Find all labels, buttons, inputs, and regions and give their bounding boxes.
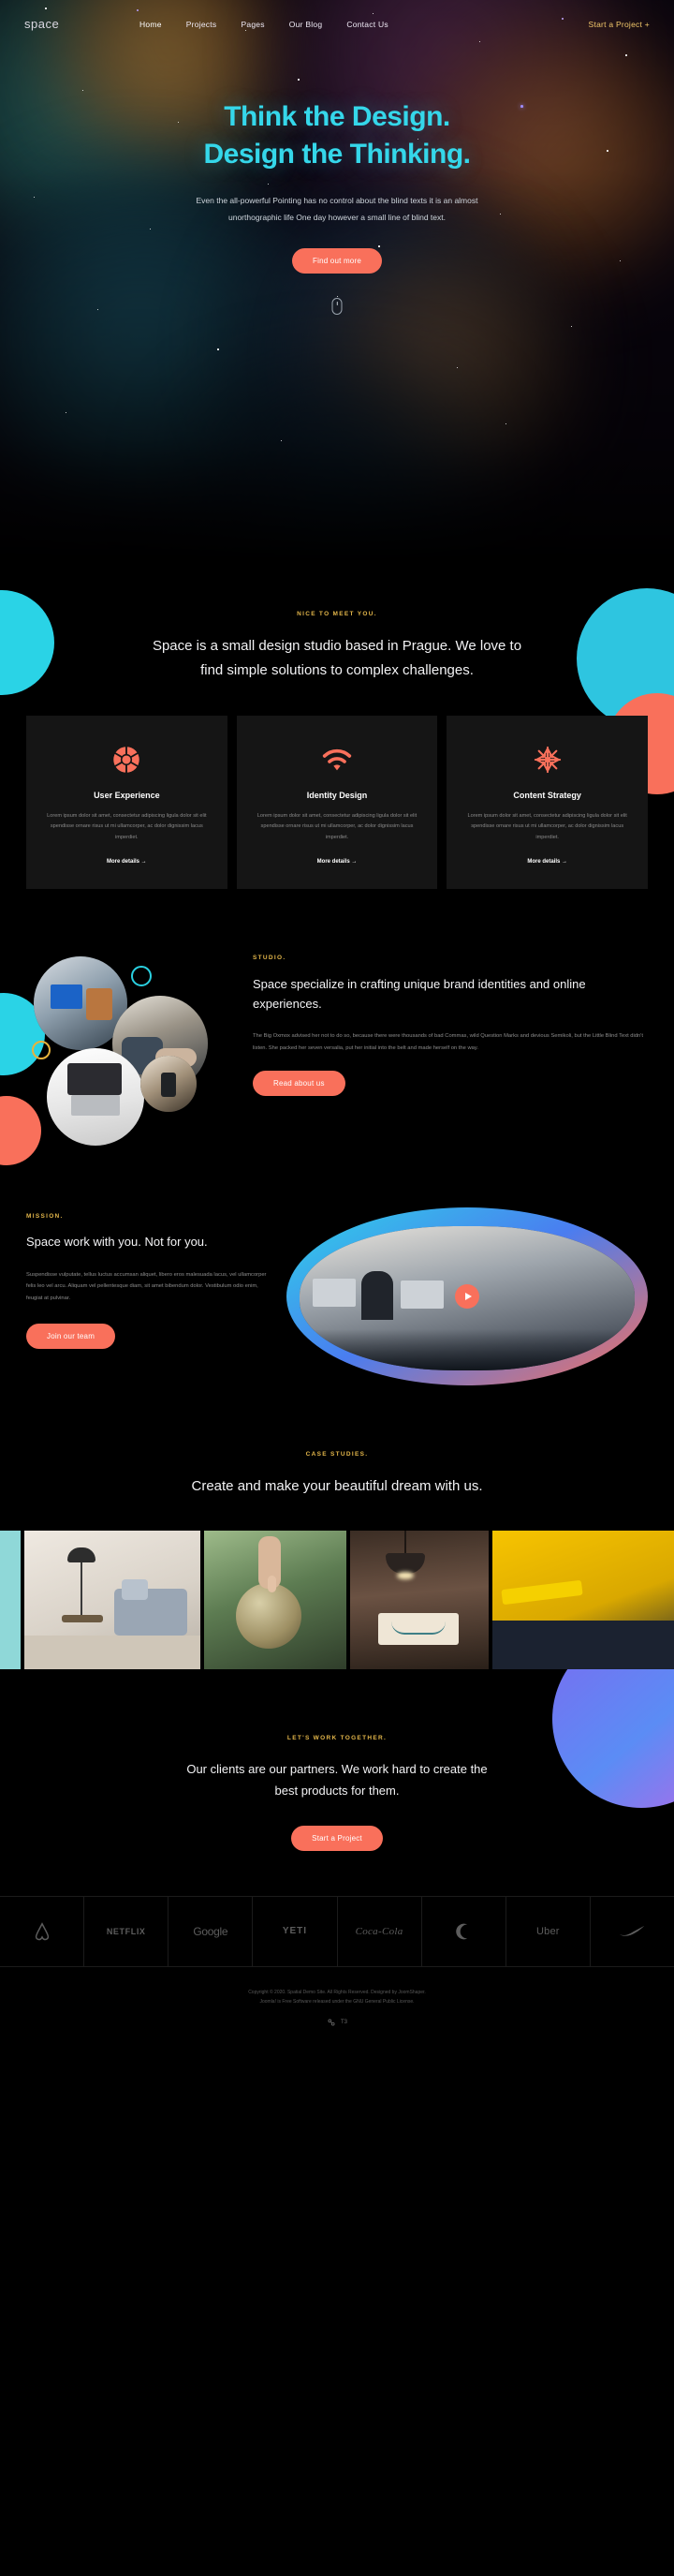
case-studies-kicker: CASE STUDIES. [305,1450,369,1458]
nav-item-home[interactable]: Home [139,20,162,29]
footer-copyright: Copyright © 2020. Spatial Demo Site. All… [248,1989,426,1995]
start-a-project-button[interactable]: Start a Project [291,1825,383,1851]
crescent-logo[interactable] [422,1896,506,1966]
airbnb-logo[interactable] [0,1896,85,1966]
nike-logo[interactable] [591,1897,674,1966]
intro-section: NICE TO MEET YOU. Space is a small desig… [0,562,674,684]
read-about-us-button[interactable]: Read about us [253,1071,345,1097]
wifi-icon [254,744,421,776]
case-studies-section: CASE STUDIES. Create and make your beaut… [0,1385,674,1669]
site-footer: Copyright © 2020. Spatial Demo Site. All… [0,1967,674,2042]
studio-photo-collage [26,947,232,1146]
studio-text: STUDIO. Space specialize in crafting uni… [232,947,648,1134]
partners-section: LET'S WORK TOGETHER. Our clients are our… [0,1669,674,1967]
nav-item-projects[interactable]: Projects [186,20,217,29]
brand-logo[interactable]: space [24,17,59,31]
hero-content: Think the Design. Design the Thinking. E… [0,31,674,274]
gallery-item-smile-sign[interactable] [350,1530,489,1669]
find-out-more-button[interactable]: Find out more [292,248,382,274]
studio-section: STUDIO. Space specialize in crafting uni… [0,889,674,1146]
footer-license: Joomla! is Free Software released under … [259,1998,415,2005]
hero-section: space Home Projects Pages Our Blog Conta… [0,0,674,562]
play-button-icon[interactable] [455,1283,479,1309]
intro-heading: Space is a small design studio based in … [152,638,522,679]
services-section: User Experience Lorem ipsum dolor sit am… [0,684,674,889]
netflix-logo[interactable]: NETFLIX [84,1896,169,1966]
mission-text: MISSION. Space work with you. Not for yo… [26,1207,270,1385]
main-nav: Home Projects Pages Our Blog Contact Us [139,20,388,29]
start-a-project-link[interactable]: Start a Project + [589,20,650,29]
mission-section: MISSION. Space work with you. Not for yo… [0,1134,674,1385]
mission-video-block[interactable] [286,1207,648,1385]
more-details-link[interactable]: More details → [43,859,211,865]
gallery-item-teal-edge[interactable] [0,1530,21,1669]
footer-badge-label: T3 [340,2019,347,2025]
hero-heading-line2: Design the Thinking. [203,138,471,170]
gallery-item-yellow-chair[interactable] [492,1530,674,1669]
studio-heading: Space specialize in crafting unique bran… [253,976,586,1011]
service-card-text: Lorem ipsum dolor sit amet, consectetur … [256,812,418,840]
decorative-ring-gold [32,1040,51,1059]
photo-laptop-typing [47,1047,144,1146]
more-details-link[interactable]: More details → [463,859,631,865]
top-navigation-bar: space Home Projects Pages Our Blog Conta… [0,0,674,31]
hero-paragraph: Even the all-powerful Pointing has no co… [196,196,478,222]
service-card-title: Identity Design [306,790,368,800]
partners-heading: Our clients are our partners. We work ha… [186,1761,488,1798]
mission-heading: Space work with you. Not for you. [26,1234,208,1249]
join-our-team-button[interactable]: Join our team [26,1323,116,1349]
nav-item-contact-us[interactable]: Contact Us [346,20,388,29]
mission-paragraph: Suspendisse vulputate, tellus luctus acc… [26,1271,267,1302]
service-card-title: Content Strategy [513,790,581,800]
mission-kicker: MISSION. [26,1212,64,1220]
partners-kicker: LET'S WORK TOGETHER. [286,1734,388,1741]
service-card-identity-design[interactable]: Identity Design Lorem ipsum dolor sit am… [236,715,438,889]
footer-badge[interactable]: T3 [0,2018,674,2027]
mouse-scroll-icon[interactable] [331,298,343,315]
service-card-text: Lorem ipsum dolor sit amet, consectetur … [467,812,627,840]
uber-logo[interactable]: Uber [506,1896,591,1966]
joomla-icon [328,2019,335,2026]
cocacola-logo[interactable]: Coca-Cola [338,1896,422,1966]
starburst-icon [463,744,631,776]
studio-kicker: STUDIO. [253,954,286,961]
photo-phone-hands [140,1055,197,1112]
service-card-title: User Experience [94,790,160,800]
case-studies-heading: Create and make your beautiful dream wit… [191,1477,483,1494]
google-logo[interactable]: Google [168,1896,254,1966]
yeti-logo[interactable]: YETI [253,1896,338,1966]
intro-kicker: NICE TO MEET YOU. [297,611,377,617]
aperture-icon [43,744,211,776]
hero-heading-line1: Think the Design. [224,101,450,132]
partner-logos-row: NETFLIX Google YETI Coca-Cola Uber [0,1895,674,1967]
nav-item-our-blog[interactable]: Our Blog [289,20,323,29]
more-details-link[interactable]: More details → [254,859,421,865]
case-studies-gallery [0,1530,674,1669]
service-card-content-strategy[interactable]: Content Strategy Lorem ipsum dolor sit a… [447,715,649,889]
decorative-ring-teal [131,965,152,986]
service-card-text: Lorem ipsum dolor sit amet, consectetur … [47,812,207,840]
studio-paragraph: The Big Oxmox advised her not to do so, … [253,1032,643,1051]
gallery-item-globe-hand[interactable] [204,1530,346,1669]
nav-item-pages[interactable]: Pages [241,20,264,29]
gallery-item-lamp-sofa[interactable] [24,1530,200,1669]
service-card-user-experience[interactable]: User Experience Lorem ipsum dolor sit am… [26,715,227,889]
